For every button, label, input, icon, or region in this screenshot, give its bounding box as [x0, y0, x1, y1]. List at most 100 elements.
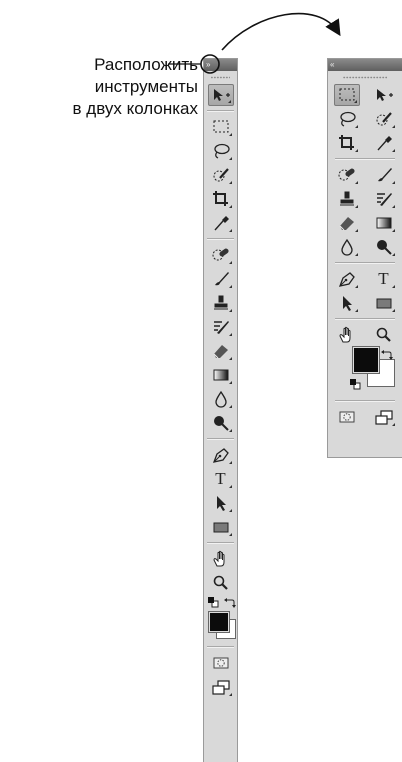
- separator: [335, 158, 395, 160]
- gradient-icon: [213, 369, 228, 381]
- move-tool[interactable]: [207, 84, 234, 106]
- quick-mask-tool[interactable]: [208, 652, 234, 674]
- clone-stamp-icon: [339, 191, 354, 206]
- brush-icon: [214, 272, 229, 286]
- default-colors-icon[interactable]: [349, 377, 361, 390]
- dodge-tool[interactable]: [371, 236, 397, 258]
- type-icon: T: [215, 469, 226, 488]
- eyedropper-tool[interactable]: [371, 132, 397, 154]
- separator: [207, 646, 234, 648]
- tools-column: T: [204, 83, 237, 699]
- foreground-color[interactable]: [352, 346, 380, 374]
- path-selection-tool[interactable]: [208, 492, 234, 514]
- pen-tool[interactable]: [334, 268, 360, 290]
- quick-selection-tool[interactable]: [208, 164, 234, 186]
- tools-row: [328, 211, 402, 235]
- gradient-tool[interactable]: [208, 364, 234, 386]
- healing-brush-tool[interactable]: [334, 164, 360, 186]
- lasso-icon: [339, 111, 356, 127]
- move-icon: [213, 89, 230, 101]
- eraser-tool[interactable]: [334, 212, 360, 234]
- shape-tool[interactable]: [371, 292, 397, 314]
- panel-header: «: [328, 59, 402, 71]
- shape-tool[interactable]: [208, 516, 234, 538]
- marquee-tool[interactable]: [333, 84, 360, 106]
- spot-healing-brush-icon: [338, 168, 355, 181]
- default-colors-icon[interactable]: [207, 595, 219, 608]
- lasso-tool[interactable]: [334, 108, 360, 130]
- annotation-line-2: инструменты: [94, 77, 198, 96]
- marquee-tool[interactable]: [208, 116, 234, 138]
- collapse-columns-button[interactable]: «: [330, 59, 335, 71]
- separator: [207, 542, 234, 544]
- clone-stamp-icon: [213, 295, 228, 310]
- color-swatches: [206, 595, 236, 643]
- quick-selection-tool[interactable]: [371, 108, 397, 130]
- type-tool[interactable]: T: [371, 268, 397, 290]
- separator: [207, 238, 234, 240]
- eraser-icon: [339, 217, 354, 231]
- panel-grip[interactable]: [342, 74, 388, 81]
- foreground-color[interactable]: [207, 611, 230, 633]
- history-brush-tool[interactable]: [371, 188, 397, 210]
- zoom-tool[interactable]: [208, 572, 234, 594]
- rectangle-shape-icon: [213, 522, 228, 533]
- brush-icon: [377, 168, 392, 182]
- zoom-icon: [376, 327, 391, 342]
- hand-icon: [338, 326, 350, 343]
- path-selection-icon: [342, 296, 352, 311]
- eyedropper-tool[interactable]: [208, 212, 234, 234]
- swap-colors-icon[interactable]: [223, 595, 236, 608]
- blur-tool[interactable]: [208, 388, 234, 410]
- quick-selection-icon: [376, 112, 392, 126]
- pen-icon: [338, 272, 355, 287]
- hand-tool[interactable]: [334, 324, 360, 346]
- lasso-tool[interactable]: [208, 140, 234, 162]
- crop-tool[interactable]: [208, 188, 234, 210]
- swap-colors-icon[interactable]: [381, 347, 393, 360]
- screen-mode-icon: [211, 680, 230, 695]
- eraser-tool[interactable]: [208, 340, 234, 362]
- tools-grid: T: [328, 83, 402, 429]
- type-tool[interactable]: T: [208, 468, 234, 490]
- annotation-line-1: Расположить: [94, 55, 198, 74]
- dodge-tool[interactable]: [208, 412, 234, 434]
- history-brush-tool[interactable]: [208, 316, 234, 338]
- tools-row: [328, 235, 402, 259]
- tools-row: [328, 131, 402, 155]
- zoom-tool[interactable]: [371, 324, 397, 346]
- tools-row: [328, 163, 402, 187]
- pen-tool[interactable]: [208, 444, 234, 466]
- crop-icon: [338, 135, 354, 150]
- crop-tool[interactable]: [334, 132, 360, 154]
- rectangular-marquee-icon: [213, 120, 228, 133]
- quick-mask-tool[interactable]: [334, 406, 360, 428]
- tools-row: [328, 107, 402, 131]
- screen-mode-tool[interactable]: [371, 406, 397, 428]
- dodge-icon: [213, 416, 229, 431]
- zoom-icon: [213, 575, 228, 590]
- spot-healing-brush-icon: [212, 248, 229, 261]
- separator: [207, 438, 234, 440]
- screen-mode-icon: [374, 410, 393, 425]
- path-selection-tool[interactable]: [334, 292, 360, 314]
- screen-mode-tool[interactable]: [208, 676, 234, 698]
- separator: [335, 262, 395, 264]
- gradient-tool[interactable]: [371, 212, 397, 234]
- clone-stamp-tool[interactable]: [208, 292, 234, 314]
- tools-panel-two-columns: « T: [327, 58, 402, 458]
- blur-tool[interactable]: [334, 236, 360, 258]
- quick-mask-icon: [213, 657, 228, 669]
- panel-grip[interactable]: [210, 74, 231, 81]
- hand-tool[interactable]: [208, 548, 234, 570]
- expand-columns-button[interactable]: »: [206, 59, 211, 71]
- clone-stamp-tool[interactable]: [334, 188, 360, 210]
- move-icon: [376, 89, 393, 101]
- brush-tool[interactable]: [208, 268, 234, 290]
- move-tool[interactable]: [371, 84, 397, 106]
- healing-brush-tool[interactable]: [208, 244, 234, 266]
- history-brush-icon: [213, 321, 229, 334]
- brush-tool[interactable]: [371, 164, 397, 186]
- quick-selection-icon: [213, 168, 229, 182]
- tools-row: [328, 187, 402, 211]
